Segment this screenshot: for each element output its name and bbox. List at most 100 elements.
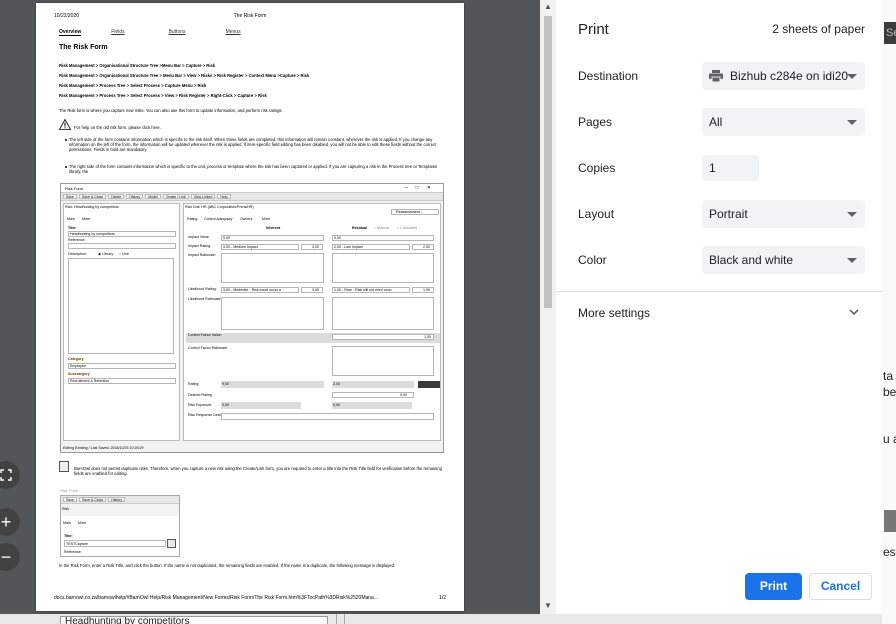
dialog-title: Print xyxy=(578,21,609,38)
likelihood-residual-num: 1,00 xyxy=(412,287,434,293)
likelihood-inherent-num: 3,00 xyxy=(301,287,323,293)
likelihood-residual: 1,00 - Rare - Risk will not even occu xyxy=(332,287,410,293)
help-note: For help on the old risk form, please cl… xyxy=(74,125,161,130)
reassessment-button: Reassessment... xyxy=(391,209,439,215)
destination-label: Destination xyxy=(578,69,639,83)
background-divider xyxy=(336,614,337,624)
scroll-down-icon[interactable]: ▼ xyxy=(544,601,552,610)
reference-field xyxy=(68,243,176,249)
small-toolbar-save-close: Save & Close xyxy=(78,497,107,502)
scroll-thumb[interactable] xyxy=(544,16,552,308)
sheet-count: 2 sheets of paper xyxy=(772,22,865,36)
risk-exposure-label: Risk Exposure: xyxy=(188,403,213,407)
outro-text: In the Risk Form, enter a Risk Title, an… xyxy=(59,563,396,568)
small-form-title: Risk Form xyxy=(60,488,79,493)
rating-inherent: 9,00 xyxy=(221,381,324,388)
manual-radio: ○ Manual xyxy=(374,226,389,230)
risk-form-screenshot: Risk Form –□✕ Save Save & Close Delete H… xyxy=(60,183,444,453)
impact-rating-residual-num: 2,00 xyxy=(412,244,434,250)
impact-rating-label: Impact Rating: xyxy=(188,244,212,248)
cancel-button[interactable]: Cancel xyxy=(809,573,872,600)
more-settings-toggle[interactable]: More settings xyxy=(578,306,650,320)
toolbar-help: Help xyxy=(217,194,231,199)
print-settings-panel: Print 2 sheets of paper Destination Bizh… xyxy=(556,0,882,614)
small-title-label: Title: xyxy=(64,534,73,538)
background-divider xyxy=(344,614,345,624)
plus-icon: + xyxy=(0,511,12,532)
bullet-item: The right side of the form contains info… xyxy=(65,164,442,174)
scroll-up-icon[interactable]: ▲ xyxy=(544,2,552,11)
small-title-field: TESTCapture xyxy=(64,540,166,547)
left-header: Risk: Headhunting by competitors xyxy=(65,205,119,209)
minus-icon: − xyxy=(0,546,12,567)
small-toolbar-history: History xyxy=(108,497,126,502)
small-form-header: Risk xyxy=(62,507,69,511)
right-header: Risk Unit: HR (ABC Corporation/Prens/HR) xyxy=(185,205,254,209)
background-tab: Se xyxy=(884,22,896,44)
impact-rationale-label: Impact Rationale: xyxy=(188,253,216,257)
risk-form-toolbar: Save Save & Close Delete History Model C… xyxy=(61,193,443,201)
residual-header: Residual xyxy=(352,226,367,230)
radio-unit: ○ Unit xyxy=(119,252,129,256)
small-tab-main: Main xyxy=(63,521,71,525)
background-text: ta xyxy=(883,369,894,383)
toolbar-create-link: Create / Link xyxy=(162,194,189,199)
risk-exposure-inherent: 0,00 xyxy=(221,402,301,409)
small-toolbar: Save Save & Close History xyxy=(61,496,179,504)
risk-form-titlebar: Risk Form –□✕ xyxy=(61,184,443,193)
layout-select[interactable]: Portrait xyxy=(702,200,865,228)
chevron-down-icon[interactable] xyxy=(848,306,860,318)
control-factor-rationale xyxy=(332,346,434,376)
tab-owners: Owners xyxy=(240,217,253,221)
subcategory-label: Subcategory xyxy=(68,372,90,376)
destination-select[interactable]: Bizhub c284e on idi20 xyxy=(702,62,865,90)
print-preview[interactable]: 10/22/2020 The Risk Form Overview Fields… xyxy=(0,0,556,614)
preview-page: 10/22/2020 The Risk Form Overview Fields… xyxy=(36,3,464,611)
footer-url: docs.barnowl.co.za/barnowlhelp/#BarnOwl … xyxy=(54,595,379,601)
layout-value: Portrait xyxy=(709,207,748,221)
tab-more: More xyxy=(262,217,271,221)
color-label: Color xyxy=(578,253,607,267)
page-title: The Risk Form xyxy=(59,44,108,51)
background-field: Headhunting by competitors xyxy=(60,616,328,624)
breadcrumb: Risk Management > Process Tree > Select … xyxy=(59,83,207,88)
risk-response-select xyxy=(221,413,434,420)
warning-icon xyxy=(59,119,71,130)
fit-to-page-button[interactable] xyxy=(0,461,20,489)
likelihood-rationale-label: Likelihood Rationale: xyxy=(188,297,222,301)
background-text: u a xyxy=(883,432,896,446)
description-label: Description: xyxy=(68,252,87,256)
likelihood-rating-label: Likelihood Rating: xyxy=(188,287,217,291)
small-reference-label: Reference: xyxy=(64,550,82,554)
breadcrumb-list: Risk Management > Organisational Structu… xyxy=(59,63,444,103)
preview-scrollbar[interactable]: ▲ ▼ xyxy=(540,0,556,614)
page-header: 10/22/2020 The Risk Form xyxy=(54,13,446,19)
printer-icon xyxy=(709,69,723,82)
impact-value-label: Impact Value: xyxy=(188,235,210,239)
color-select[interactable]: Black and white xyxy=(702,246,865,274)
print-button[interactable]: Print xyxy=(745,573,802,600)
risk-form-window-title: Risk Form xyxy=(65,186,84,191)
color-value: Black and white xyxy=(709,253,794,267)
likelihood-inherent: 3,00 - Moderate - Risk could occur a xyxy=(221,287,299,293)
category-label: Category xyxy=(68,357,84,361)
risk-form-small-screenshot: Save Save & Close History Risk Main More… xyxy=(60,495,180,557)
likelihood-rationale-inherent xyxy=(221,297,324,330)
tab-control-adequacy: Control Adequacy xyxy=(204,217,233,221)
inherent-header: Inherent xyxy=(266,226,281,230)
impact-value-inherent: 0,00 xyxy=(221,235,324,241)
intro-text: The Risk form is where you capture new r… xyxy=(59,108,283,113)
zoom-out-button[interactable]: − xyxy=(0,543,20,571)
pages-label: Pages xyxy=(578,115,613,129)
tab-more: More xyxy=(82,217,91,221)
copies-input[interactable]: 1 xyxy=(702,155,759,181)
page-header-title: The Risk Form xyxy=(233,13,267,19)
background-bottom-strip: Headhunting by competitors xyxy=(0,614,882,624)
dropdown-arrow-icon xyxy=(847,120,857,125)
verify-icon xyxy=(167,539,176,548)
control-factor-rationale-label: Control Factor Rationale: xyxy=(188,346,228,350)
pages-select[interactable]: All xyxy=(702,108,865,136)
control-factor-label: Control Factor Value: xyxy=(188,333,222,337)
zoom-in-button[interactable]: + xyxy=(0,508,20,536)
page-footer: docs.barnowl.co.za/barnowlhelp/#BarnOwl … xyxy=(54,595,446,601)
